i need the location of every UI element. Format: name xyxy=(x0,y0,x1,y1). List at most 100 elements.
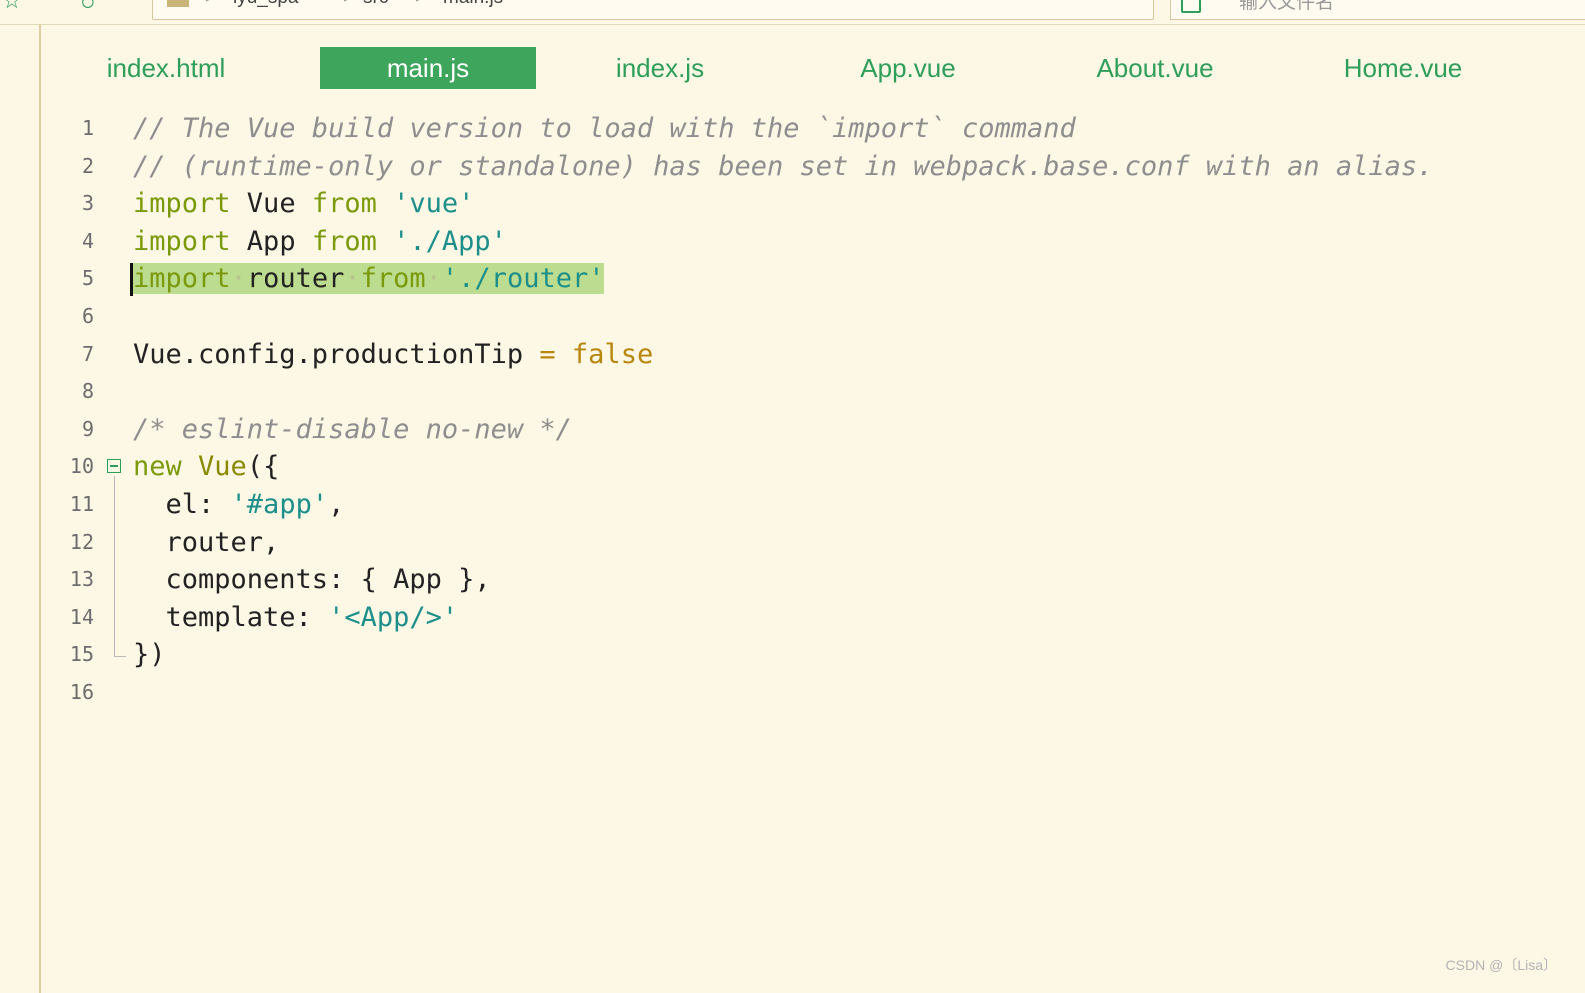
code-token: router xyxy=(246,263,345,295)
line-number: 7 xyxy=(81,341,94,366)
code-token: template: xyxy=(133,601,329,633)
code-token: false xyxy=(571,338,654,370)
code-token: from xyxy=(311,188,377,220)
code-text: // (runtime-only or standalone) has been… xyxy=(133,148,1433,185)
line-number: 8 xyxy=(81,379,94,404)
code-text: import App from './App' xyxy=(133,223,507,260)
code-token: import xyxy=(133,188,231,220)
line-number: 1 xyxy=(81,116,94,140)
line-number: 16 xyxy=(69,680,94,704)
tab-index-html[interactable]: index.html xyxy=(72,47,260,89)
code-line[interactable]: 3 import Vue from 'vue' xyxy=(0,185,1585,222)
code-token: from xyxy=(311,225,377,257)
top-toolbar: ☆ ○ lyu_spa > > src > main.js 输入文件名 xyxy=(0,0,1585,25)
line-number: 3 xyxy=(81,191,94,216)
code-line[interactable]: 9 /* eslint-disable no-new */ xyxy=(0,411,1585,448)
code-text: /* eslint-disable no-new */ xyxy=(133,411,572,448)
tab-app-vue[interactable]: App.vue xyxy=(828,47,988,89)
file-tabs: index.html main.js index.js App.vue Abou… xyxy=(0,47,1585,89)
tab-main-js[interactable]: main.js xyxy=(320,47,536,89)
code-token: './router' xyxy=(441,263,605,295)
breadcrumb-item[interactable]: lyu_spa xyxy=(233,0,299,9)
line-number: 10 xyxy=(69,454,94,479)
code-token: router, xyxy=(133,526,280,558)
breadcrumb-separator: > xyxy=(343,0,354,9)
code-token: = xyxy=(539,338,556,370)
breadcrumb-item[interactable]: main.js xyxy=(443,0,503,9)
code-token: ({ xyxy=(246,451,280,483)
code-text: }) xyxy=(133,636,166,673)
code-token: import xyxy=(133,225,231,257)
code-line[interactable]: 1 // The Vue build version to load with t… xyxy=(0,110,1585,147)
selection-highlight: import·router·from·'./router' xyxy=(133,263,605,295)
breadcrumb-item[interactable]: src xyxy=(363,0,388,9)
code-token: import xyxy=(133,263,231,295)
tab-home-vue[interactable]: Home.vue xyxy=(1318,47,1488,89)
code-line[interactable]: 11 el: '#app', xyxy=(0,486,1585,523)
line-number: 15 xyxy=(69,642,94,667)
code-token: /* eslint-disable no-new */ xyxy=(133,413,572,445)
code-token: · xyxy=(425,263,442,295)
breadcrumb-separator: > xyxy=(205,0,216,9)
code-line[interactable]: 16 xyxy=(0,674,1585,711)
code-text: new Vue({ xyxy=(133,448,279,485)
code-line[interactable]: 2 // (runtime-only or standalone) has bee… xyxy=(0,148,1585,185)
code-token: Vue xyxy=(230,188,312,220)
code-token: · xyxy=(344,263,361,295)
code-token: from xyxy=(360,263,426,295)
code-text: import Vue from 'vue' xyxy=(133,185,474,222)
watermark: CSDN @〔Lisa〕 xyxy=(1445,957,1557,973)
code-line[interactable]: 6 xyxy=(0,298,1585,335)
code-text: Vue.config.productionTip = false xyxy=(133,336,653,373)
line-number: 11 xyxy=(69,492,94,516)
line-number: 5 xyxy=(81,266,94,291)
code-token: '<App/>' xyxy=(328,601,459,633)
tab-index-js[interactable]: index.js xyxy=(580,47,740,89)
code-text: // The Vue build version to load with th… xyxy=(133,110,1076,147)
code-token: · xyxy=(230,263,247,295)
code-text: import·router·from·'./router' xyxy=(130,260,605,297)
code-line[interactable]: 4 import App from './App' xyxy=(0,223,1585,260)
code-line[interactable]: 14 template: '<App/>' xyxy=(0,599,1585,636)
fold-collapse-icon[interactable] xyxy=(107,459,121,473)
code-token: new xyxy=(133,451,182,483)
tab-about-vue[interactable]: About.vue xyxy=(1070,47,1240,89)
code-token: App xyxy=(230,225,312,257)
line-number: 9 xyxy=(81,416,94,441)
fold-guide-end xyxy=(114,656,126,657)
code-token: Vue xyxy=(198,451,247,483)
code-text: el: '#app', xyxy=(133,486,345,523)
line-number: 12 xyxy=(69,529,94,554)
code-token: }) xyxy=(133,639,166,671)
code-line[interactable]: 5 import·router·from·'./router' xyxy=(0,260,1585,297)
code-token: '#app' xyxy=(230,489,329,520)
circle-icon[interactable]: ○ xyxy=(80,0,96,17)
code-text: components: { App }, xyxy=(133,561,491,598)
line-number: 4 xyxy=(81,228,94,253)
search-icon xyxy=(1181,0,1201,13)
code-line[interactable]: 15}) xyxy=(0,636,1585,673)
line-number: 13 xyxy=(69,567,94,592)
breadcrumb[interactable]: lyu_spa > > src > main.js xyxy=(152,0,1154,20)
line-number: 14 xyxy=(69,604,94,629)
code-line[interactable]: 7 Vue.config.productionTip = false xyxy=(0,336,1585,373)
code-token: , xyxy=(328,489,345,520)
line-number: 6 xyxy=(81,304,94,328)
code-line[interactable]: 13 components: { App }, xyxy=(0,561,1585,598)
code-text: template: '<App/>' xyxy=(133,599,459,636)
search-placeholder: 输入文件名 xyxy=(1239,0,1335,13)
folder-icon xyxy=(167,0,189,7)
code-token: // The Vue build version to load with th… xyxy=(133,113,1076,144)
code-token: el: xyxy=(133,489,231,520)
star-icon[interactable]: ☆ xyxy=(2,0,22,14)
code-text: router, xyxy=(133,524,280,561)
code-token: components: { App }, xyxy=(133,564,491,596)
code-token: // (runtime-only or standalone) has been… xyxy=(133,150,1434,182)
code-line[interactable]: 8 xyxy=(0,373,1585,410)
code-line[interactable]: 10 new Vue({ xyxy=(0,448,1585,485)
code-token: 'vue' xyxy=(393,188,475,220)
file-search-input[interactable]: 输入文件名 xyxy=(1170,0,1585,20)
code-line[interactable]: 12 router, xyxy=(0,524,1585,561)
